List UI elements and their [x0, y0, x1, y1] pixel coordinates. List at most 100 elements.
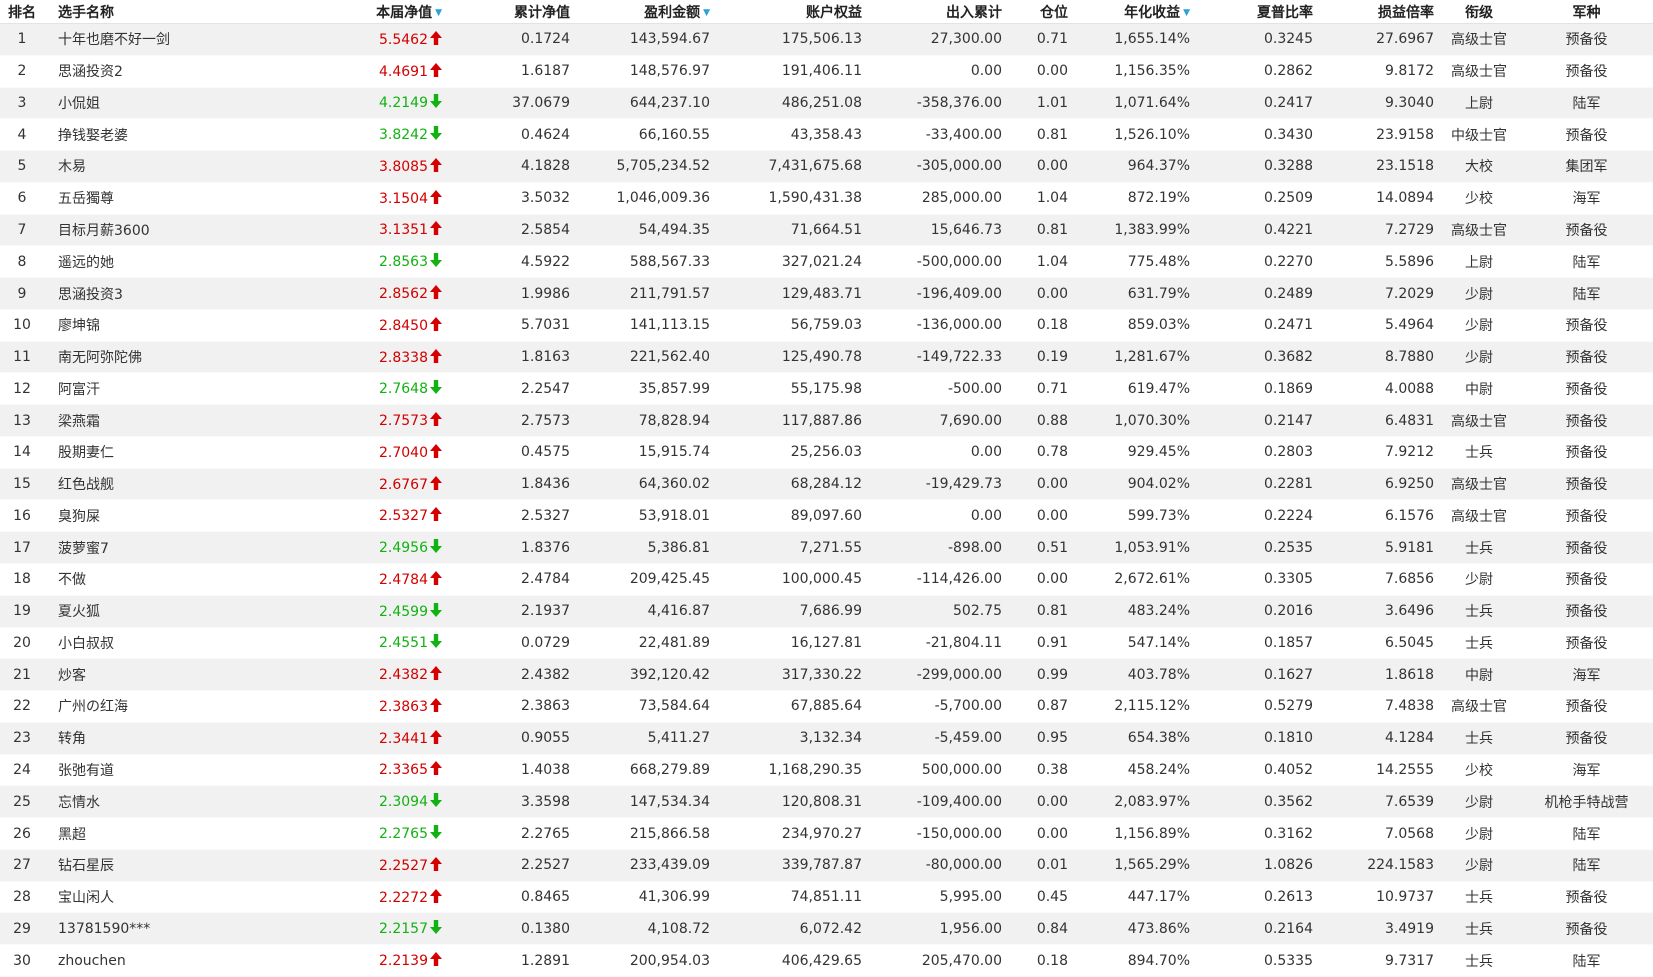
table-row[interactable]: 30 zhouchen 2.2139 1.2891 200,954.03 406…	[0, 944, 1653, 977]
player-name[interactable]: 目标月薪3600	[44, 214, 274, 247]
header-cum-nav[interactable]: 累计净值	[446, 0, 574, 24]
player-name[interactable]: 忘情水	[44, 785, 274, 819]
player-name[interactable]: zhouchen	[44, 944, 274, 977]
table-row[interactable]: 27 钻石星辰 2.2527 2.2527 233,439.09 339,787…	[0, 849, 1653, 882]
player-name[interactable]: 小白叔叔	[44, 627, 274, 660]
header-profit[interactable]: 盈利金额 ▼	[574, 0, 714, 24]
table-row[interactable]: 14 股期妻仁 2.7040 0.4575 15,915.74 25,256.0…	[0, 436, 1653, 469]
header-rank-title[interactable]: 衔级	[1438, 0, 1520, 24]
player-name[interactable]: 菠萝蜜7	[44, 531, 274, 565]
header-nav[interactable]: 本届净值 ▼	[274, 0, 446, 24]
player-name[interactable]: 张弛有道	[44, 754, 274, 787]
header-annual[interactable]: 年化收益 ▼	[1072, 0, 1194, 24]
table-row[interactable]: 21 炒客 2.4382 2.4382 392,120.42 317,330.2…	[0, 658, 1653, 692]
header-pl-ratio[interactable]: 损益倍率	[1317, 0, 1438, 24]
player-name[interactable]: 股期妻仁	[44, 436, 274, 469]
position-cell: 0.81	[1006, 595, 1072, 628]
player-name[interactable]: 黑超	[44, 817, 274, 850]
flow-cell: -358,376.00	[866, 87, 1006, 120]
table-row[interactable]: 11 南无阿弥陀佛 2.8338 1.8163 221,562.40 125,4…	[0, 341, 1653, 374]
header-rank[interactable]: 排名	[0, 0, 44, 24]
player-name[interactable]: 小侃姐	[44, 87, 274, 120]
header-army[interactable]: 军种	[1520, 0, 1653, 24]
arrow-up-icon	[430, 761, 442, 776]
table-row[interactable]: 26 黑超 2.2765 2.2765 215,866.58 234,970.2…	[0, 817, 1653, 850]
profit-cell: 5,411.27	[574, 722, 714, 755]
table-row[interactable]: 20 小白叔叔 2.4551 0.0729 22,481.89 16,127.8…	[0, 627, 1653, 660]
player-name[interactable]: 廖坤锦	[44, 309, 274, 342]
table-row[interactable]: 15 红色战舰 2.6767 1.8436 64,360.02 68,284.1…	[0, 468, 1653, 501]
rank-title-cell: 士兵	[1438, 531, 1520, 565]
annual-cell: 894.70%	[1072, 944, 1194, 977]
player-name[interactable]: 不做	[44, 563, 274, 596]
player-name[interactable]: 挣钱娶老婆	[44, 118, 274, 152]
table-row[interactable]: 1 十年也磨不好一剑 5.5462 0.1724 143,594.67 175,…	[0, 23, 1653, 56]
header-equity[interactable]: 账户权益	[714, 0, 866, 24]
position-cell: 0.00	[1006, 468, 1072, 501]
pl-ratio-cell: 9.8172	[1317, 55, 1438, 88]
player-name[interactable]: 遥远的她	[44, 245, 274, 279]
table-row[interactable]: 8 遥远的她 2.8563 4.5922 588,567.33 327,021.…	[0, 245, 1653, 279]
table-row[interactable]: 28 宝山闲人 2.2272 0.8465 41,306.99 74,851.1…	[0, 881, 1653, 914]
profit-cell: 211,791.57	[574, 277, 714, 310]
table-row[interactable]: 9 思涵投资3 2.8562 1.9986 211,791.57 129,483…	[0, 277, 1653, 310]
player-name[interactable]: 炒客	[44, 658, 274, 692]
table-row[interactable]: 7 目标月薪3600 3.1351 2.5854 54,494.35 71,66…	[0, 214, 1653, 247]
player-name[interactable]: 红色战舰	[44, 468, 274, 501]
table-row[interactable]: 22 广州の红海 2.3863 2.3863 73,584.64 67,885.…	[0, 690, 1653, 723]
rank-title-cell: 高级士官	[1438, 690, 1520, 723]
rank-cell: 18	[0, 563, 44, 596]
player-name[interactable]: 夏火狐	[44, 595, 274, 628]
flow-cell: 205,470.00	[866, 944, 1006, 977]
table-row[interactable]: 29 13781590*** 2.2157 0.1380 4,108.72 6,…	[0, 912, 1653, 946]
player-name[interactable]: 思涵投资3	[44, 277, 274, 310]
header-name[interactable]: 选手名称	[44, 0, 274, 24]
header-sharpe[interactable]: 夏普比率	[1194, 0, 1317, 24]
player-name[interactable]: 宝山闲人	[44, 881, 274, 914]
player-name[interactable]: 十年也磨不好一剑	[44, 23, 274, 56]
rank-cell: 13	[0, 404, 44, 437]
player-name[interactable]: 梁燕霜	[44, 404, 274, 437]
nav-cell: 3.1504	[274, 182, 446, 215]
player-name[interactable]: 广州の红海	[44, 690, 274, 723]
nav-value: 2.8338	[379, 349, 428, 366]
table-row[interactable]: 25 忘情水 2.3094 3.3598 147,534.34 120,808.…	[0, 785, 1653, 819]
equity-cell: 55,175.98	[714, 372, 866, 406]
army-cell: 预备役	[1520, 404, 1653, 437]
table-row[interactable]: 18 不做 2.4784 2.4784 209,425.45 100,000.4…	[0, 563, 1653, 596]
table-row[interactable]: 3 小侃姐 4.2149 37.0679 644,237.10 486,251.…	[0, 87, 1653, 120]
table-row[interactable]: 16 臭狗屎 2.5327 2.5327 53,918.01 89,097.60…	[0, 499, 1653, 533]
table-row[interactable]: 4 挣钱娶老婆 3.8242 0.4624 66,160.55 43,358.4…	[0, 118, 1653, 152]
equity-cell: 74,851.11	[714, 881, 866, 914]
cum-nav-cell: 4.1828	[446, 150, 574, 183]
arrow-up-icon	[430, 30, 442, 45]
player-name[interactable]: 钻石星辰	[44, 849, 274, 882]
arrow-up-icon	[430, 888, 442, 903]
table-row[interactable]: 19 夏火狐 2.4599 2.1937 4,416.87 7,686.99 5…	[0, 595, 1653, 628]
player-name[interactable]: 转角	[44, 722, 274, 755]
equity-cell: 6,072.42	[714, 912, 866, 946]
player-name[interactable]: 南无阿弥陀佛	[44, 341, 274, 374]
table-row[interactable]: 24 张弛有道 2.3365 1.4038 668,279.89 1,168,2…	[0, 754, 1653, 787]
rank-cell: 8	[0, 245, 44, 279]
table-row[interactable]: 23 转角 2.3441 0.9055 5,411.27 3,132.34 -5…	[0, 722, 1653, 755]
header-flow[interactable]: 出入累计	[866, 0, 1006, 24]
table-row[interactable]: 13 梁燕霜 2.7573 2.7573 78,828.94 117,887.8…	[0, 404, 1653, 437]
player-name[interactable]: 思涵投资2	[44, 55, 274, 88]
table-row[interactable]: 5 木易 3.8085 4.1828 5,705,234.52 7,431,67…	[0, 150, 1653, 183]
player-name[interactable]: 五岳獨尊	[44, 182, 274, 215]
arrow-down-icon	[430, 920, 442, 935]
table-row[interactable]: 2 思涵投资2 4.4691 1.6187 148,576.97 191,406…	[0, 55, 1653, 88]
table-row[interactable]: 12 阿富汗 2.7648 2.2547 35,857.99 55,175.98…	[0, 372, 1653, 406]
sharpe-cell: 0.3288	[1194, 150, 1317, 183]
table-row[interactable]: 17 菠萝蜜7 2.4956 1.8376 5,386.81 7,271.55 …	[0, 531, 1653, 565]
player-name[interactable]: 臭狗屎	[44, 499, 274, 533]
header-position[interactable]: 仓位	[1006, 0, 1072, 24]
cum-nav-cell: 3.5032	[446, 182, 574, 215]
cum-nav-cell: 5.7031	[446, 309, 574, 342]
table-row[interactable]: 10 廖坤锦 2.8450 5.7031 141,113.15 56,759.0…	[0, 309, 1653, 342]
table-row[interactable]: 6 五岳獨尊 3.1504 3.5032 1,046,009.36 1,590,…	[0, 182, 1653, 215]
player-name[interactable]: 木易	[44, 150, 274, 183]
player-name[interactable]: 13781590***	[44, 912, 274, 946]
player-name[interactable]: 阿富汗	[44, 372, 274, 406]
